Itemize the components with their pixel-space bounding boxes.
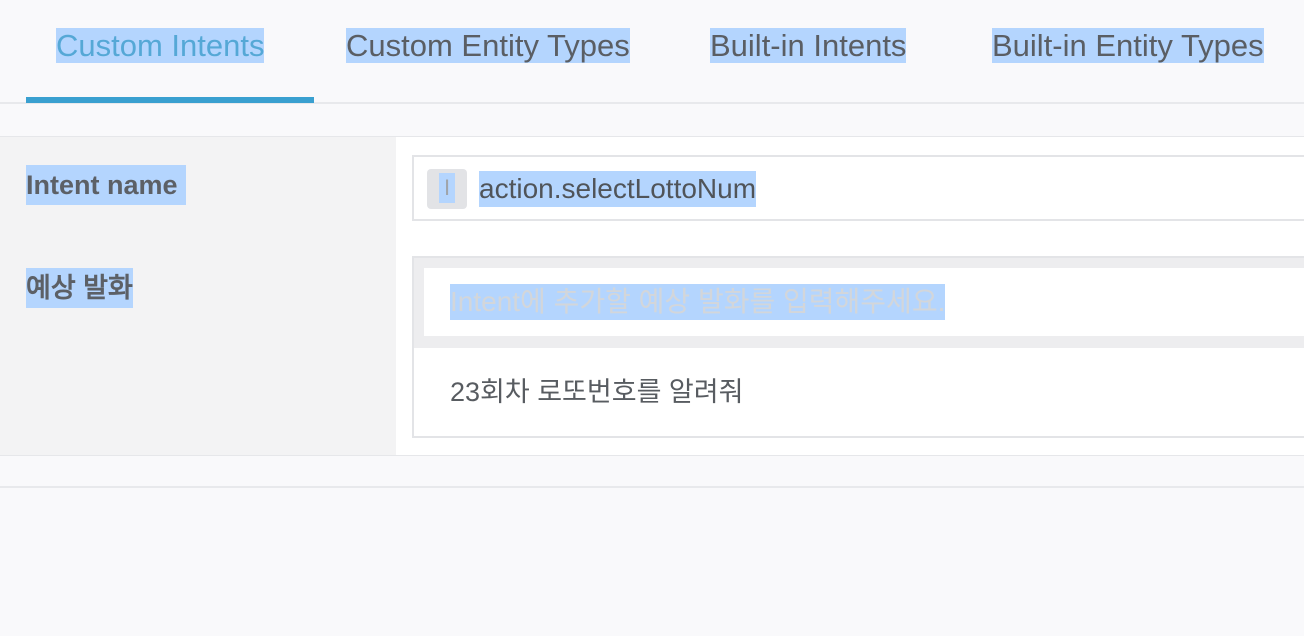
tab-label: Built-in Intents (710, 28, 907, 63)
tab-built-in-intents[interactable]: Built-in Intents (710, 24, 907, 68)
utterances-row: 예상 발화 Intent에 추가할 예상 발화를 입력해주세요. 23회차 로또… (0, 240, 1304, 455)
tab-label: Custom Intents (56, 28, 265, 63)
intent-name-value-cell: I action.selectLottoNum (396, 137, 1304, 240)
utterance-input[interactable]: Intent에 추가할 예상 발화를 입력해주세요. (424, 268, 1304, 336)
utterance-text: 23회차 로또번호를 알려줘 (450, 377, 744, 407)
utterance-list-item[interactable]: 23회차 로또번호를 알려줘 (414, 348, 1304, 438)
utterances-box: Intent에 추가할 예상 발화를 입력해주세요. 23회차 로또번호를 알려… (412, 256, 1304, 438)
intent-name-row: Intent name I action.selectLottoNum (0, 137, 1304, 241)
intent-type-icon: I (427, 169, 467, 209)
active-tab-indicator (26, 97, 314, 103)
utterance-placeholder: Intent에 추가할 예상 발화를 입력해주세요. (450, 284, 946, 320)
intent-name-value: action.selectLottoNum (479, 171, 757, 207)
utterances-value-cell: Intent에 추가할 예상 발화를 입력해주세요. 23회차 로또번호를 알려… (396, 240, 1304, 455)
utterances-label-cell: 예상 발화 (0, 240, 396, 455)
tab-custom-entity-types[interactable]: Custom Entity Types (346, 24, 630, 68)
utterances-label: 예상 발화 (26, 268, 133, 308)
intent-form: Intent name I action.selectLottoNum 예상 발… (0, 136, 1304, 456)
utterance-input-wrapper: Intent에 추가할 예상 발화를 입력해주세요. (414, 258, 1304, 348)
tab-label: Built-in Entity Types (992, 28, 1264, 63)
intent-name-field[interactable]: I action.selectLottoNum (412, 155, 1304, 221)
tab-label: Custom Entity Types (346, 28, 630, 63)
tab-custom-intents[interactable]: Custom Intents (56, 24, 265, 68)
divider (0, 486, 1304, 488)
tab-built-in-entity-types[interactable]: Built-in Entity Types (992, 24, 1264, 68)
intent-name-label: Intent name (26, 165, 186, 205)
tab-bar: Custom Intents Custom Entity Types Built… (0, 0, 1304, 104)
intent-name-label-cell: Intent name (0, 137, 396, 240)
